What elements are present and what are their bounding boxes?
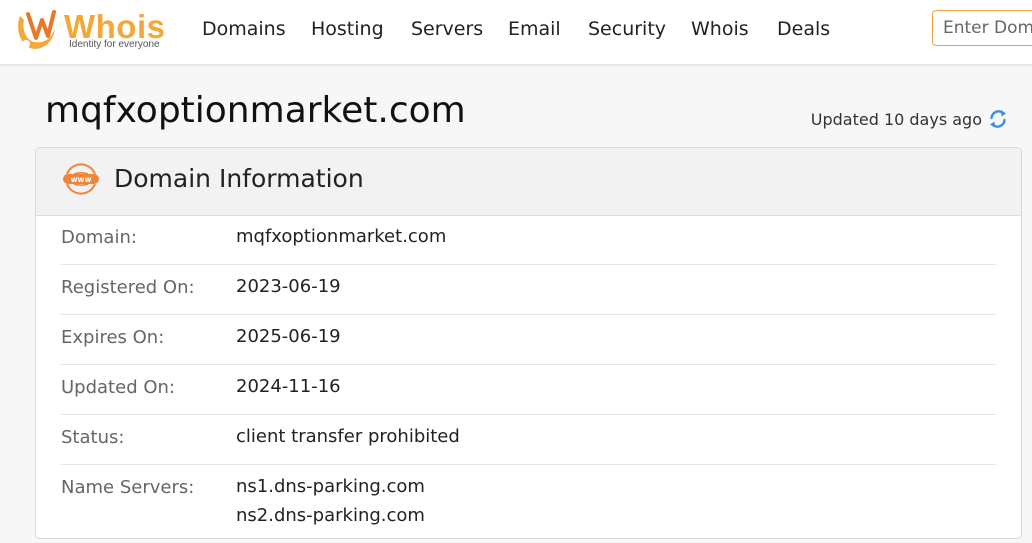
domain-search-input[interactable] — [933, 11, 1032, 45]
row-registered-on: Registered On: 2023-06-19 — [61, 265, 996, 315]
row-domain: Domain: mqfxoptionmarket.com — [61, 215, 996, 265]
nav-hosting[interactable]: Hosting — [311, 16, 384, 42]
whois-logo-icon — [18, 10, 56, 49]
updated-status: Updated 10 days ago — [811, 108, 1008, 130]
logo-tagline: Identity for everyone — [69, 39, 160, 50]
card-header: www Domain Information — [36, 148, 1021, 216]
row-name-servers: Name Servers: ns1.dns-parking.com ns2.dn… — [61, 465, 996, 538]
row-label: Updated On: — [61, 377, 175, 398]
page-title: mqfxoptionmarket.com — [45, 90, 466, 131]
nav-whois[interactable]: Whois — [691, 16, 749, 42]
updated-text: Updated 10 days ago — [810, 109, 982, 129]
row-label: Registered On: — [61, 277, 195, 298]
domain-info-table: Domain: mqfxoptionmarket.com Registered … — [61, 215, 996, 538]
svg-text:www: www — [71, 175, 92, 184]
site-header: Whois Identity for everyone Domains Host… — [0, 0, 1032, 64]
nav-email[interactable]: Email — [508, 16, 561, 42]
refresh-icon[interactable] — [988, 108, 1008, 130]
nav-servers[interactable]: Servers — [411, 16, 483, 42]
row-value: 2024-11-16 — [236, 376, 341, 397]
row-value: ns1.dns-parking.com ns2.dns-parking.com — [236, 472, 425, 530]
row-expires-on: Expires On: 2025-06-19 — [61, 315, 996, 365]
domain-info-card: www Domain Information Domain: mqfxoptio… — [35, 147, 1022, 539]
row-updated-on: Updated On: 2024-11-16 — [61, 365, 996, 415]
row-status: Status: client transfer prohibited — [61, 415, 996, 465]
nav-security[interactable]: Security — [588, 16, 666, 42]
www-globe-icon: www — [63, 163, 99, 195]
row-label: Expires On: — [61, 327, 165, 348]
row-label: Name Servers: — [61, 477, 195, 498]
row-label: Domain: — [61, 227, 137, 248]
nav-deals[interactable]: Deals — [777, 16, 830, 42]
name-server-1: ns1.dns-parking.com — [236, 476, 425, 497]
row-value: client transfer prohibited — [236, 426, 460, 447]
row-label: Status: — [61, 427, 125, 448]
domain-search-box — [932, 10, 1032, 46]
row-value: 2025-06-19 — [236, 326, 341, 347]
row-value: mqfxoptionmarket.com — [236, 226, 447, 247]
whois-logo[interactable]: Whois Identity for everyone — [14, 8, 170, 54]
nav-domains[interactable]: Domains — [202, 16, 286, 42]
row-value: 2023-06-19 — [236, 276, 341, 297]
card-title: Domain Information — [114, 164, 364, 193]
name-server-2: ns2.dns-parking.com — [236, 505, 425, 526]
